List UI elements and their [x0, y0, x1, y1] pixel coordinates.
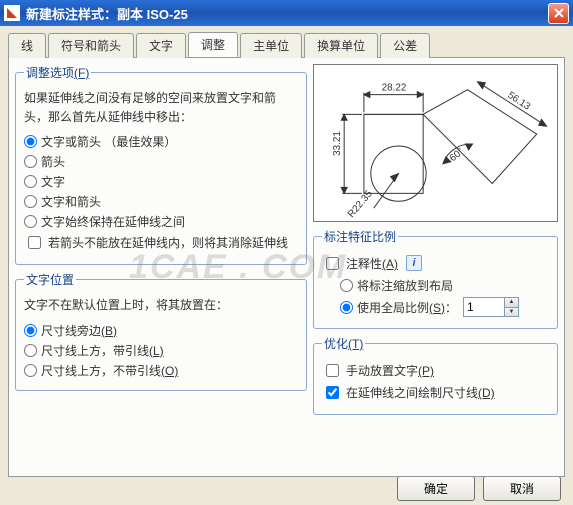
radio-over-noleader[interactable]: 尺寸线上方，不带引线(O)	[24, 362, 298, 379]
text-placement-intro: 文字不在默认位置上时，将其放置在：	[24, 296, 298, 315]
check-draw-dimline-input[interactable]	[326, 386, 339, 399]
cancel-button[interactable]: 取消	[483, 476, 561, 501]
radio-arrows[interactable]: 箭头	[24, 153, 298, 170]
radio-beside[interactable]: 尺寸线旁边(B)	[24, 322, 298, 339]
group-optimize: 优化(T) 手动放置文字(P) 在延伸线之间绘制尺寸线(D)	[313, 335, 558, 415]
group-scale: 标注特征比例 注释性(A) i 将标注缩放到布局	[313, 228, 558, 329]
tab-symbols[interactable]: 符号和箭头	[48, 33, 134, 58]
tab-line[interactable]: 线	[8, 33, 46, 58]
radio-scale-layout[interactable]: 将标注缩放到布局	[340, 277, 549, 294]
tab-fit[interactable]: 调整	[188, 32, 238, 57]
radio-arrows-input[interactable]	[24, 155, 37, 168]
radio-keep[interactable]: 文字始终保持在延伸线之间	[24, 213, 298, 230]
radio-text[interactable]: 文字	[24, 173, 298, 190]
info-icon[interactable]: i	[406, 255, 422, 271]
dialog-buttons: 确定 取消	[397, 476, 561, 501]
tab-text[interactable]: 文字	[136, 33, 186, 58]
check-annotative[interactable]: 注释性(A) i	[322, 255, 549, 273]
radio-both-input[interactable]	[24, 195, 37, 208]
dimension-preview: 28.22 33.21 R22.35 56.13 60°	[313, 64, 558, 222]
preview-dim-left: 33.21	[332, 131, 343, 156]
spinner-up-icon[interactable]: ▲	[505, 298, 518, 308]
title-bar: 新建标注样式：副本 ISO-25	[0, 0, 573, 26]
tab-panel-fit: 调整选项(F) 如果延伸线之间没有足够的空间来放置文字和箭头，那么首先从延伸线中…	[8, 57, 565, 477]
global-scale-input[interactable]	[464, 298, 504, 316]
check-suppress-ext-input[interactable]	[28, 236, 41, 249]
legend-scale: 标注特征比例	[322, 228, 398, 245]
check-draw-dimline[interactable]: 在延伸线之间绘制尺寸线(D)	[322, 384, 549, 402]
window-title: 新建标注样式：副本 ISO-25	[26, 4, 548, 23]
legend-text-placement: 文字位置	[24, 271, 76, 288]
global-scale-spinner[interactable]: ▲ ▼	[463, 297, 519, 317]
check-suppress-ext[interactable]: 若箭头不能放在延伸线内，则将其消除延伸线	[24, 234, 298, 252]
radio-best[interactable]: 文字或箭头 （最佳效果）	[24, 133, 298, 150]
preview-dim-angled: 56.13	[505, 90, 532, 113]
radio-scale-global-input[interactable]	[340, 301, 353, 314]
app-icon	[4, 5, 20, 21]
tab-strip: 线 符号和箭头 文字 调整 主单位 换算单位 公差	[8, 32, 565, 57]
radio-over-leader[interactable]: 尺寸线上方，带引线(L)	[24, 342, 298, 359]
radio-over-leader-input[interactable]	[24, 344, 37, 357]
radio-over-noleader-input[interactable]	[24, 364, 37, 377]
radio-scale-global[interactable]: 使用全局比例(S)：	[340, 299, 457, 316]
check-annotative-input[interactable]	[326, 257, 339, 270]
ok-button[interactable]: 确定	[397, 476, 475, 501]
group-fit-options: 调整选项(F) 如果延伸线之间没有足够的空间来放置文字和箭头，那么首先从延伸线中…	[15, 64, 307, 265]
check-manual-place-input[interactable]	[326, 364, 339, 377]
window-body: 线 符号和箭头 文字 调整 主单位 换算单位 公差 调整选项(F) 如果延伸线之…	[0, 26, 573, 505]
radio-text-input[interactable]	[24, 175, 37, 188]
radio-both[interactable]: 文字和箭头	[24, 193, 298, 210]
legend-fit-options: 调整选项(F)	[24, 64, 91, 81]
spinner-down-icon[interactable]: ▼	[505, 308, 518, 317]
tab-tol[interactable]: 公差	[380, 33, 430, 58]
radio-beside-input[interactable]	[24, 324, 37, 337]
preview-dim-top: 28.22	[382, 83, 407, 94]
radio-best-input[interactable]	[24, 135, 37, 148]
fit-options-paragraph: 如果延伸线之间没有足够的空间来放置文字和箭头，那么首先从延伸线中移出：	[24, 89, 298, 127]
check-manual-place[interactable]: 手动放置文字(P)	[322, 362, 549, 380]
tab-alt[interactable]: 换算单位	[304, 33, 378, 58]
radio-keep-input[interactable]	[24, 215, 37, 228]
group-text-placement: 文字位置 文字不在默认位置上时，将其放置在： 尺寸线旁边(B) 尺寸线上方，带引…	[15, 271, 307, 390]
tab-primary[interactable]: 主单位	[240, 33, 302, 58]
close-button[interactable]	[548, 3, 569, 24]
radio-scale-layout-input[interactable]	[340, 279, 353, 292]
legend-optimize: 优化(T)	[322, 335, 365, 352]
